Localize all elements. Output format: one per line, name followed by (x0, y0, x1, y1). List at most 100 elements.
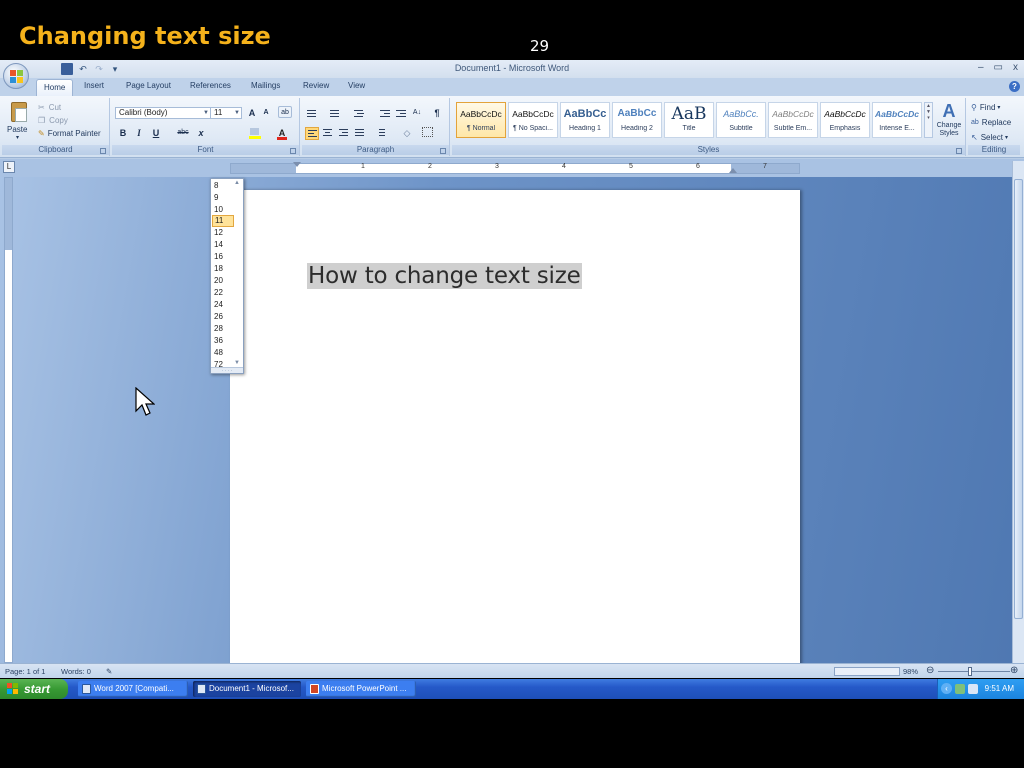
vertical-scrollbar[interactable] (1012, 161, 1024, 663)
tray-arrow-icon[interactable]: ‹ (941, 683, 952, 694)
font-size-option[interactable]: 14 (212, 239, 234, 251)
font-size-combo[interactable]: 11 ▼ (210, 107, 242, 119)
italic-button[interactable]: I (132, 127, 146, 139)
align-right-icon[interactable] (337, 127, 351, 140)
close-button[interactable]: x (1013, 62, 1018, 73)
bullets-icon[interactable] (305, 107, 319, 120)
style-normal[interactable]: AaBbCcDc ¶ Normal (456, 102, 506, 138)
network-icon[interactable] (955, 684, 965, 694)
replace-button[interactable]: ab Replace (971, 116, 1011, 129)
find-button[interactable]: ⚲ Find ▾ (971, 101, 1000, 114)
taskbar-item-word-2007[interactable]: Word 2007 [Compati... (78, 681, 188, 697)
zoom-in-icon[interactable]: ⊕ (1010, 665, 1018, 676)
dropdown-scrollbar[interactable]: ▲ ▼ (234, 180, 242, 366)
underline-button[interactable]: U (149, 127, 163, 139)
borders-icon[interactable] (422, 127, 433, 137)
right-indent-marker-icon[interactable] (729, 168, 737, 173)
font-size-option[interactable]: 26 (212, 311, 234, 323)
font-size-option[interactable]: 20 (212, 275, 234, 287)
style-no-spacing[interactable]: AaBbCcDc ¶ No Spaci... (508, 102, 558, 138)
strikethrough-button[interactable]: abc (174, 127, 192, 139)
horizontal-ruler[interactable]: 1 2 3 4 5 6 7 (230, 162, 800, 174)
restore-button[interactable]: ▭ (994, 62, 1003, 73)
format-painter-button[interactable]: ✎ Format Painter (38, 127, 101, 140)
clipboard-launcher-icon[interactable] (100, 148, 106, 154)
style-subtle-emphasis[interactable]: AaBbCcDc Subtle Em... (768, 102, 818, 138)
proofing-icon[interactable]: ✎ (106, 667, 112, 676)
scroll-down-icon[interactable]: ▼ (234, 360, 240, 366)
styles-launcher-icon[interactable] (956, 148, 962, 154)
grow-font-button[interactable]: A (245, 107, 259, 119)
tab-home[interactable]: Home (36, 79, 74, 96)
page-count[interactable]: Page: 1 of 1 (5, 667, 45, 676)
show-marks-button[interactable]: ¶ (430, 107, 444, 119)
font-size-option[interactable]: 28 (212, 323, 234, 335)
taskbar-item-powerpoint[interactable]: Microsoft PowerPoint ... (306, 681, 416, 697)
font-color-icon[interactable]: A (275, 127, 289, 140)
copy-button[interactable]: ❐ Copy (38, 114, 68, 127)
tab-insert[interactable]: Insert (84, 81, 104, 90)
tab-mailings[interactable]: Mailings (251, 81, 280, 90)
tab-review[interactable]: Review (303, 81, 329, 90)
style-emphasis[interactable]: AaBbCcDc Emphasis (820, 102, 870, 138)
style-heading-1[interactable]: AaBbCc Heading 1 (560, 102, 610, 138)
font-size-option[interactable]: 24 (212, 299, 234, 311)
help-icon[interactable]: ? (1009, 81, 1020, 92)
selected-text[interactable]: How to change text size (307, 263, 582, 289)
shrink-font-button[interactable]: A (259, 107, 273, 119)
font-size-option[interactable]: 16 (212, 251, 234, 263)
clear-formatting-icon[interactable]: ab (278, 106, 292, 118)
paragraph-launcher-icon[interactable] (440, 148, 446, 154)
font-size-option[interactable]: 9 (212, 192, 234, 204)
font-launcher-icon[interactable] (290, 148, 296, 154)
scroll-up-icon[interactable]: ▲ (234, 180, 240, 186)
line-spacing-icon[interactable] (374, 127, 388, 140)
font-size-option[interactable]: 18 (212, 263, 234, 275)
decrease-indent-icon[interactable] (378, 107, 392, 120)
subscript-button[interactable]: x (194, 127, 208, 139)
start-button[interactable]: start (0, 679, 68, 699)
select-button[interactable]: ↖ Select ▾ (971, 131, 1008, 144)
volume-icon[interactable] (968, 684, 978, 694)
multilevel-list-icon[interactable] (352, 107, 366, 120)
cut-button[interactable]: ✂ Cut (38, 101, 61, 114)
view-buttons[interactable] (834, 667, 900, 676)
tab-selector-icon[interactable]: L (3, 161, 15, 173)
font-size-option-selected[interactable]: 11 (212, 215, 234, 227)
resize-grip-icon[interactable]: · · · · (211, 367, 243, 374)
style-title[interactable]: AaB Title (664, 102, 714, 138)
align-center-icon[interactable] (321, 127, 335, 140)
change-styles-button[interactable]: A Change Styles (932, 100, 966, 144)
vertical-ruler[interactable] (4, 177, 13, 663)
font-size-option[interactable]: 8 (212, 180, 234, 192)
sort-icon[interactable]: A↓ (410, 107, 424, 119)
style-heading-2[interactable]: AaBbCc Heading 2 (612, 102, 662, 138)
highlight-icon[interactable] (248, 127, 264, 139)
tab-page-layout[interactable]: Page Layout (126, 81, 171, 90)
shading-icon[interactable]: ◇ (400, 127, 414, 139)
taskbar-item-document1[interactable]: Document1 - Microsof... (193, 681, 301, 697)
bold-button[interactable]: B (116, 127, 130, 139)
justify-icon[interactable] (353, 127, 367, 140)
style-intense-emphasis[interactable]: AaBbCcDc Intense E... (872, 102, 922, 138)
scrollbar-thumb[interactable] (1014, 179, 1023, 619)
increase-indent-icon[interactable] (394, 107, 408, 120)
font-size-option[interactable]: 36 (212, 335, 234, 347)
zoom-slider-thumb[interactable] (968, 667, 972, 676)
indent-marker-icon[interactable] (293, 162, 301, 167)
word-count[interactable]: Words: 0 (61, 667, 91, 676)
style-subtitle[interactable]: AaBbCc. Subtitle (716, 102, 766, 138)
office-button[interactable] (3, 63, 29, 89)
font-size-option[interactable]: 12 (212, 227, 234, 239)
zoom-level[interactable]: 98% (903, 667, 918, 676)
tab-references[interactable]: References (190, 81, 231, 90)
paste-button[interactable]: Paste ▾ (6, 100, 32, 144)
font-size-option[interactable]: 48 (212, 347, 234, 359)
zoom-slider[interactable] (938, 671, 1010, 672)
minimize-button[interactable]: – (978, 62, 984, 73)
font-size-option[interactable]: 22 (212, 287, 234, 299)
align-left-icon[interactable] (305, 127, 319, 140)
zoom-out-icon[interactable]: ⊖ (926, 665, 934, 676)
font-name-combo[interactable]: Calibri (Body) ▼ (115, 107, 211, 119)
numbering-icon[interactable] (328, 107, 342, 120)
